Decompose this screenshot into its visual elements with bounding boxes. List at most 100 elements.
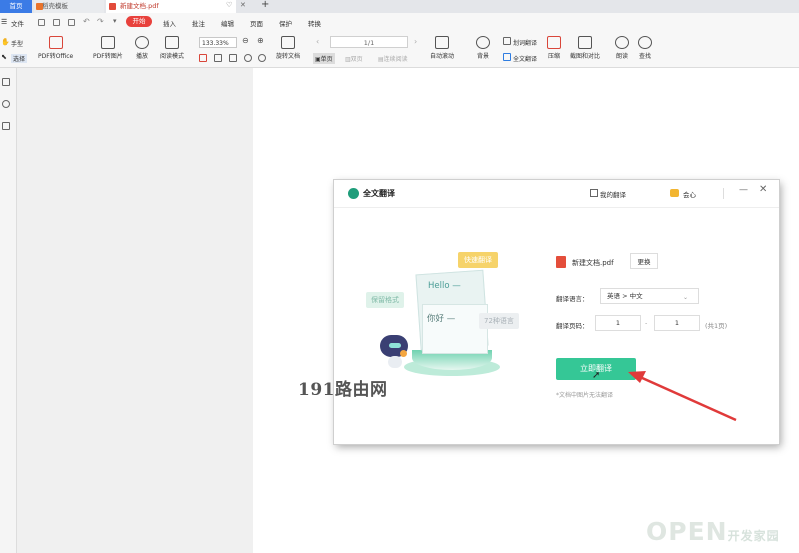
next-page-icon[interactable]: ›: [414, 37, 417, 46]
continuous-read-label: 连续阅读: [383, 56, 408, 63]
fit-page-icon[interactable]: [199, 54, 207, 62]
cursor-icon: ⬉: [1, 53, 7, 61]
actual-size-icon[interactable]: [229, 54, 237, 62]
language-value: 英语 > 中文: [607, 292, 643, 300]
play-icon: [135, 36, 149, 49]
select-tool-label[interactable]: 选择: [11, 54, 28, 63]
my-translations-icon: [590, 189, 598, 197]
headphones-icon: [615, 36, 629, 49]
robot-hand: [400, 350, 407, 357]
menu-convert[interactable]: 转换: [308, 18, 321, 28]
menu-annotate[interactable]: 批注: [192, 18, 205, 28]
bubble-fast-translate: 快速翻译: [458, 252, 498, 268]
menu-edit[interactable]: 编辑: [221, 18, 234, 28]
single-page-button[interactable]: ▣单页: [313, 53, 335, 64]
compress-button[interactable]: 压缩: [547, 36, 561, 60]
pdf-to-office-icon: [48, 36, 63, 49]
double-page-label: 双页: [350, 56, 363, 63]
menu-insert[interactable]: 插入: [163, 18, 176, 28]
undo-icon[interactable]: ↶: [83, 17, 90, 26]
page-range-dash: -: [645, 319, 648, 327]
bubble-keep-format: 保留格式: [366, 292, 404, 308]
auto-scroll-button[interactable]: 自动滚动: [430, 36, 454, 60]
chevron-down-icon: ⌄: [682, 294, 688, 301]
tab-home[interactable]: 首页: [0, 0, 32, 13]
tab-heart-icon[interactable]: ♡: [226, 1, 232, 9]
auto-scroll-label: 自动滚动: [430, 53, 455, 60]
read-mode-button[interactable]: 阅读模式: [160, 36, 184, 60]
tab-recommend[interactable]: 稻壳模板: [34, 0, 104, 13]
full-translate-button[interactable]: 全文翻译: [513, 54, 537, 63]
comment-icon[interactable]: [2, 100, 10, 108]
side-panel: [17, 68, 253, 553]
hamburger-icon[interactable]: ☰: [1, 18, 7, 26]
dialog-title: 全文翻译: [363, 189, 395, 198]
page-total: (共1页): [705, 322, 728, 330]
tab-bar: 首页 稻壳模板 新建文档.pdf ♡ ✕ +: [0, 0, 799, 13]
print-icon[interactable]: [68, 19, 75, 26]
search-button[interactable]: 查找: [638, 36, 652, 60]
read-aloud-label: 朗读: [615, 53, 628, 60]
signature-icon[interactable]: [2, 122, 10, 130]
prev-page-icon[interactable]: ‹: [316, 37, 319, 46]
zoom-in-icon[interactable]: ⊕: [257, 36, 264, 45]
bookmark-icon[interactable]: [2, 78, 10, 86]
pdf-to-image-button[interactable]: PDF转图片: [93, 36, 123, 60]
play-button[interactable]: 播放: [135, 36, 149, 60]
translate-note: *文档中图片无法翻译: [556, 392, 614, 399]
vip-icon: [670, 189, 679, 197]
zoom-out-icon[interactable]: ⊖: [242, 36, 249, 45]
search-icon: [638, 36, 652, 49]
watermark-open-sub: 开发家园: [727, 529, 780, 543]
minimize-icon[interactable]: —: [739, 185, 748, 195]
scissors-icon: [578, 36, 592, 49]
redo-icon[interactable]: ↷: [97, 17, 104, 26]
save-icon[interactable]: [53, 19, 60, 26]
rotate-left-icon[interactable]: [244, 54, 252, 62]
background-label: 背景: [476, 53, 489, 60]
page-number-input[interactable]: 1/1: [330, 36, 408, 48]
double-page-button[interactable]: ▥双页: [345, 54, 363, 63]
rotate-document-icon: [281, 36, 295, 49]
read-mode-icon: [165, 36, 179, 49]
open-icon[interactable]: [38, 19, 45, 26]
read-aloud-button[interactable]: 朗读: [615, 36, 629, 60]
screenshot-compare-button[interactable]: 截图和对比: [570, 36, 600, 60]
tab-recommend-label: 稻壳模板: [42, 2, 68, 10]
close-icon[interactable]: ✕: [759, 184, 767, 195]
menu-protect[interactable]: 保护: [279, 18, 292, 28]
menu-file[interactable]: 文件: [11, 18, 24, 28]
hand-icon: ✋: [1, 38, 10, 46]
dropdown-icon[interactable]: ▾: [113, 17, 117, 25]
left-toolbar: [0, 68, 17, 553]
word-translate-button[interactable]: 划词翻译: [513, 38, 537, 47]
my-translations-link[interactable]: 我的翻译: [600, 189, 626, 199]
pdf-to-image-label: PDF转图片: [93, 53, 123, 60]
fit-width-icon[interactable]: [214, 54, 222, 62]
page-from-input[interactable]: 1: [595, 315, 641, 331]
background-button[interactable]: 背景: [476, 36, 490, 60]
bubble-languages: 72种语言: [479, 313, 519, 329]
pdf-to-office-button[interactable]: PDF转Office: [38, 36, 73, 60]
language-select[interactable]: 英语 > 中文 ⌄: [600, 288, 699, 304]
single-page-label: 单页: [320, 56, 333, 63]
new-tab-icon[interactable]: +: [261, 0, 269, 10]
watermark-191: 191路由网: [298, 380, 388, 400]
tab-close-icon[interactable]: ✕: [240, 1, 246, 9]
menu-page[interactable]: 页面: [250, 18, 263, 28]
tab-document[interactable]: 新建文档.pdf: [106, 0, 236, 13]
menu-start[interactable]: 开始: [126, 16, 152, 27]
page-to-input[interactable]: 1: [654, 315, 700, 331]
continuous-read-button[interactable]: ▤连续阅读: [378, 54, 408, 63]
illustration-hello: Hello —: [428, 281, 461, 291]
hand-tool-label[interactable]: 手型: [11, 39, 23, 48]
robot-visor: [389, 343, 401, 348]
watermark-open: OPEN开发家园: [646, 517, 780, 546]
mouse-cursor-icon: ➚: [592, 370, 601, 381]
zoom-select[interactable]: 133.33%: [199, 37, 237, 48]
page-range-label: 翻译页码：: [556, 322, 589, 330]
rotate-document-button[interactable]: 旋转文档: [276, 36, 300, 60]
rotate-right-icon[interactable]: [258, 54, 266, 62]
change-file-button[interactable]: 更换: [630, 253, 658, 269]
vip-link[interactable]: 会心: [683, 189, 696, 199]
